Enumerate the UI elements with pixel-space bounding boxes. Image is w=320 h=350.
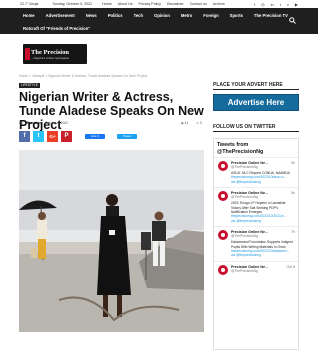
tweet-time[interactable]: Oct 8 — [286, 265, 295, 269]
tweet-button[interactable]: Tweet — [117, 134, 137, 139]
search-icon[interactable] — [289, 17, 296, 24]
nav-item-advertisement[interactable]: Advertisement — [46, 13, 75, 18]
tweet-handle: @ThePrecisionNg — [231, 195, 258, 200]
avatar[interactable] — [218, 161, 228, 171]
tweet-link[interactable]: theprecisionng.com/2022/10/asuu-n... — [231, 175, 286, 179]
twitter-section-title: FOLLOW US ON TWITTER — [213, 124, 276, 130]
publish-date: October 9, 2022 — [45, 121, 68, 125]
byline-prefix: By — [19, 121, 23, 125]
tweet-time[interactable]: 7h — [291, 230, 295, 234]
nav-item-friends-of-precision[interactable]: Rotcraft Of "Friends of Precision" — [23, 26, 90, 31]
nav-item-home[interactable]: Home — [23, 13, 35, 18]
article-title: Nigerian Writer & Actress, Tunde Aladese… — [19, 90, 204, 132]
views-count: ◉ 41 — [181, 121, 189, 125]
tweet-via[interactable]: via @theprecisionng — [231, 180, 261, 184]
linkedin-icon[interactable]: in — [271, 2, 274, 7]
nav-item-news[interactable]: News — [86, 13, 97, 18]
main-navigation: Home Advertisement News Politics Tech Op… — [0, 8, 318, 34]
tweet-text: ASUU: NLC Reports CONUA, NAAMDA — [231, 171, 290, 175]
nav-item-tech[interactable]: Tech — [134, 13, 143, 18]
twitter-icon[interactable]: t — [280, 2, 281, 7]
tweet-time[interactable]: 9h — [291, 161, 295, 165]
tweet-time[interactable]: 5h — [291, 191, 295, 195]
top-link-privacy[interactable]: Privacy Policy — [139, 2, 161, 6]
facebook-share-button[interactable]: f — [19, 131, 30, 142]
advertise-banner[interactable]: Advertise Here — [213, 94, 299, 111]
vimeo-icon[interactable]: v — [287, 2, 289, 7]
tweet-handle: @ThePrecisionNg — [231, 165, 258, 169]
timeline-header: Tweets from @ThePrecisionNg — [214, 139, 298, 158]
facebook-like-button[interactable]: Like 0 — [85, 134, 105, 139]
article-stats: ◉ 41 ▭ 0 — [181, 121, 202, 125]
author-link[interactable]: Precision — [27, 121, 41, 125]
logo-tagline: ...Nigeria's online newspaper — [31, 56, 70, 60]
avatar[interactable] — [218, 191, 228, 202]
category-badge[interactable]: LIFESTYLE — [19, 83, 40, 88]
nav-item-metro[interactable]: Metro — [181, 13, 192, 18]
breadcrumb[interactable]: Home > Lifestyle > Nigerian Writer & Act… — [19, 74, 147, 78]
tweet[interactable]: Precision Online Ne... Oct 8 @ThePrecisio… — [214, 262, 298, 278]
tweet[interactable]: Precision Online Ne... 7h @ThePrecisionNg… — [214, 227, 298, 262]
avatar[interactable] — [218, 230, 228, 241]
google-share-button[interactable]: G+ — [47, 131, 58, 142]
tweet-link[interactable]: theprecisionng.com/2022/10/2023-e... — [231, 214, 286, 218]
top-link-contact[interactable]: Contact us — [190, 2, 207, 6]
top-link-disclaimer[interactable]: Disclaimer — [167, 2, 184, 6]
comments-count[interactable]: ▭ 0 — [196, 121, 202, 125]
tweet-handle: @ThePrecisionNg — [231, 268, 258, 273]
tweet-handle: @ThePrecisionNg — [231, 234, 258, 239]
share-buttons: f t G+ P — [19, 131, 72, 142]
tweet-text: 2023: Enugu LP Hopeful In Landslide Vict… — [231, 201, 286, 215]
tweet-link[interactable]: theprecisionng.com/2022/10/dalaceen... — [231, 249, 289, 253]
top-link-archive[interactable]: Archive — [213, 2, 225, 6]
top-bar: 22.7° Abuja Sunday, October 9, 2022 Home… — [0, 0, 318, 8]
nav-item-sports[interactable]: Sports — [230, 13, 243, 18]
article-photo — [19, 150, 204, 332]
advert-text: Advertise Here — [227, 98, 285, 107]
logo-name: The Precision — [31, 49, 69, 56]
current-date: Sunday, October 9, 2022 — [52, 2, 93, 6]
nav-item-opinion[interactable]: Opinion — [154, 13, 170, 18]
social-icons: f ◎ in t v ▶ — [254, 2, 298, 7]
section-divider — [213, 89, 299, 90]
site-logo[interactable]: The Precision ...Nigeria's online newspa… — [23, 44, 87, 64]
section-divider — [213, 131, 299, 132]
tweet-via[interactable]: via @theprecisionng — [231, 253, 261, 257]
facebook-icon[interactable]: f — [254, 2, 255, 7]
tweet[interactable]: Precision Online Ne... 9h @ThePrecisionNg… — [214, 158, 298, 189]
avatar[interactable] — [218, 264, 228, 275]
logo-mark — [25, 48, 30, 60]
advert-section-title: PLACE YOUR ADVERT HERE — [213, 82, 283, 88]
tweet-via[interactable]: via @theprecisionng — [231, 219, 261, 223]
youtube-icon[interactable]: ▶ — [295, 2, 298, 7]
nav-item-precision-tv[interactable]: The Precision TV — [254, 13, 288, 18]
pinterest-share-button[interactable]: P — [61, 131, 72, 142]
byline: By Precision October 9, 2022 — [19, 121, 68, 125]
twitter-share-button[interactable]: t — [33, 131, 44, 142]
nav-item-politics[interactable]: Politics — [108, 13, 123, 18]
top-link-home[interactable]: Home — [102, 2, 112, 6]
tweet[interactable]: Precision Online Ne... 5h @ThePrecisionNg… — [214, 188, 298, 228]
tweet-text: Dalaceeand Foundation Supports Indigent … — [231, 240, 293, 249]
weather-readout: 22.7° Abuja — [20, 2, 39, 6]
top-link-about[interactable]: About Us — [118, 2, 133, 6]
twitter-timeline[interactable]: Tweets from @ThePrecisionNg Precision On… — [213, 138, 299, 350]
instagram-icon[interactable]: ◎ — [261, 2, 265, 7]
nav-item-foreign[interactable]: Foreign — [203, 13, 218, 18]
